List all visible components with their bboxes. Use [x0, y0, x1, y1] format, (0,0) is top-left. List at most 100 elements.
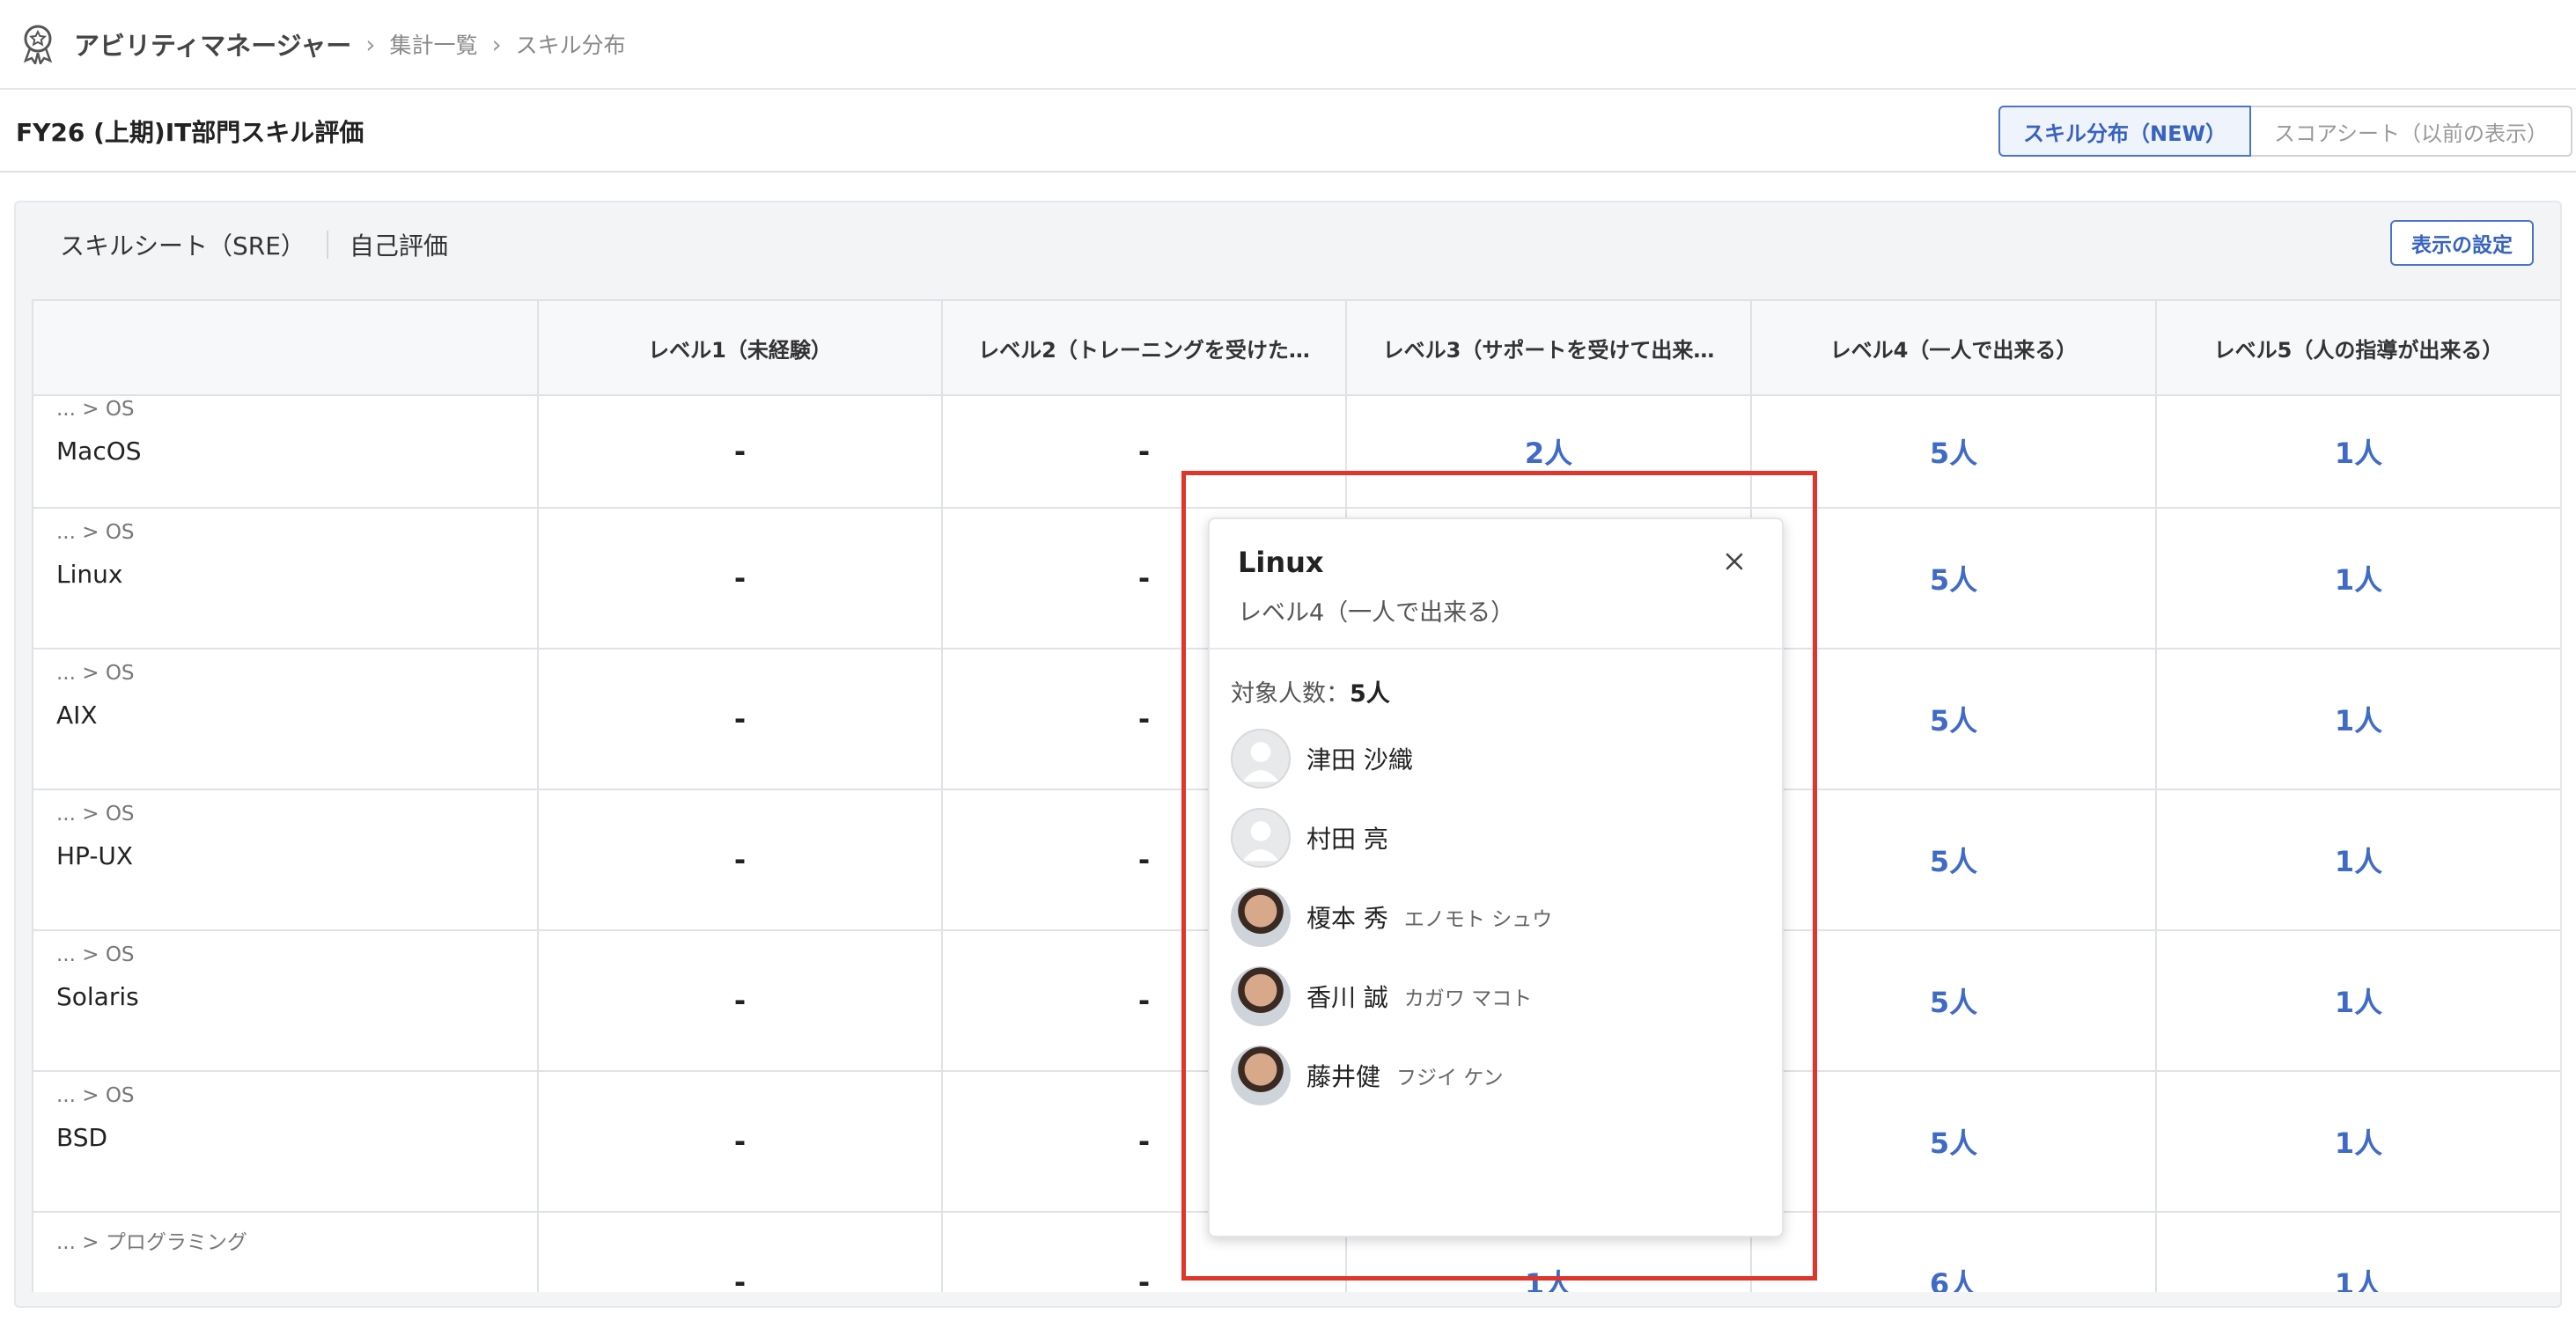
member-popover: Linux レベル4（一人で出来る） 対象人数：5人 津田 沙織 村田 亮榎本 秀… [1208, 517, 1784, 1237]
skill-path: ... > OS [56, 398, 135, 421]
chevron-right-icon: › [491, 29, 502, 59]
popover-body: 対象人数：5人 津田 沙織 村田 亮榎本 秀エノモト シュウ 香川 誠カガワ マコト… [1210, 649, 1782, 1140]
member-name: 津田 沙織 [1306, 745, 1413, 774]
level-5-cell: 1人 [2155, 789, 2560, 931]
empty-value: - [733, 1266, 747, 1292]
member-count-link[interactable]: 5人 [1930, 563, 1977, 597]
chevron-right-icon: › [365, 29, 376, 59]
member-item[interactable]: 榎本 秀エノモト シュウ [1231, 877, 1761, 957]
header-level-5: レベル5（人の指導が出来る） [2155, 299, 2560, 396]
page-title: FY26 (上期)IT部門スキル評価 [16, 118, 364, 147]
person-icon [1242, 742, 1279, 782]
empty-value: - [1137, 984, 1151, 1017]
popover-header: Linux レベル4（一人で出来る） [1210, 519, 1782, 649]
level-5-cell: 1人 [2155, 929, 2560, 1072]
member-name: 香川 誠 [1306, 983, 1388, 1012]
member-count-link[interactable]: 1人 [2335, 845, 2382, 878]
display-settings-button[interactable]: 表示の設定 [2390, 220, 2534, 266]
member-name: 藤井健 [1306, 1062, 1381, 1091]
member-name: 榎本 秀 [1306, 904, 1388, 933]
member-item[interactable]: 津田 沙織 [1231, 719, 1761, 798]
skill-cell: ... > OS BSD [32, 1070, 539, 1213]
divider [326, 231, 328, 259]
member-count-link[interactable]: 5人 [1930, 1127, 1977, 1160]
empty-value: - [1137, 561, 1151, 595]
level-1-cell: - [537, 394, 943, 509]
empty-value: - [1137, 435, 1151, 468]
member-count-link[interactable]: 6人 [1930, 1267, 1977, 1292]
skill-distribution-tab[interactable]: スキル分布（NEW） [1998, 106, 2251, 157]
breadcrumb-summary-list[interactable]: 集計一覧 [389, 28, 477, 60]
header-level-1: レベル1（未経験） [537, 299, 943, 396]
member-count-link[interactable]: 1人 [2335, 704, 2382, 738]
table-header-row: レベル1（未経験） レベル2（トレーニングを受けた… レベル3（サポートを受けて… [32, 299, 2560, 396]
empty-value: - [733, 702, 747, 736]
sheet-name: スキルシート（SRE） [60, 231, 305, 261]
skill-name: MacOS [56, 437, 142, 466]
level-1-cell: - [537, 929, 943, 1072]
skill-cell: ... > OS MacOS [32, 394, 539, 509]
level-1-cell: - [537, 1211, 943, 1292]
popover-title: Linux [1238, 546, 1324, 579]
skill-name: BSD [56, 1123, 108, 1152]
skill-cell: ... > OS AIX [32, 648, 539, 790]
skill-name: HP-UX [56, 841, 134, 870]
level-1-cell: - [537, 789, 943, 931]
level-5-cell: 1人 [2155, 507, 2560, 649]
level-1-cell: - [537, 1070, 943, 1213]
score-sheet-tab[interactable]: スコアシート（以前の表示） [2250, 106, 2572, 157]
member-count-link[interactable]: 5人 [1930, 437, 1977, 470]
header-level-4: レベル4（一人で出来る） [1750, 299, 2157, 396]
avatar [1231, 729, 1291, 789]
member-count-link[interactable]: 1人 [2335, 1267, 2382, 1292]
skill-cell: ... > OS Solaris [32, 929, 539, 1072]
member-name: 村田 亮 [1306, 825, 1388, 854]
close-icon[interactable] [1719, 546, 1750, 577]
member-count-link[interactable]: 5人 [1930, 845, 1977, 878]
member-count-link[interactable]: 2人 [1525, 437, 1572, 470]
member-count-link[interactable]: 5人 [1930, 986, 1977, 1019]
skill-path: ... > OS [56, 521, 135, 544]
header-level-3: レベル3（サポートを受けて出来… [1345, 299, 1752, 396]
member-count-link[interactable]: 1人 [2335, 563, 2382, 597]
person-icon [1242, 821, 1279, 862]
view-toggle: スキル分布（NEW） スコアシート（以前の表示） [1998, 106, 2572, 157]
top-navigation-bar: アビリティマネージャー › 集計一覧 › スキル分布 [0, 0, 2576, 90]
empty-value: - [733, 984, 747, 1017]
member-item[interactable]: 藤井健 フジイ ケン [1231, 1036, 1761, 1115]
skill-path: ... > OS [56, 1084, 135, 1107]
level-1-cell: - [537, 507, 943, 649]
member-count-link[interactable]: 5人 [1930, 704, 1977, 738]
breadcrumb-skill-distribution: スキル分布 [515, 33, 626, 58]
title-bar: FY26 (上期)IT部門スキル評価 スキル分布（NEW） スコアシート（以前の… [0, 92, 2576, 172]
level-1-cell: - [537, 648, 943, 790]
skill-name: AIX [56, 701, 98, 730]
empty-value: - [733, 435, 747, 468]
member-count-link[interactable]: 1人 [2335, 986, 2382, 1019]
avatar [1231, 1046, 1291, 1105]
avatar [1231, 808, 1291, 868]
skill-path: ... > OS [56, 943, 135, 966]
member-list: 津田 沙織 村田 亮榎本 秀エノモト シュウ 香川 誠カガワ マコト 藤井健 フジイ ケ… [1231, 719, 1761, 1115]
level-5-cell: 1人 [2155, 1070, 2560, 1213]
skill-cell: ... > プログラミング [32, 1211, 539, 1292]
header-level-2: レベル2（トレーニングを受けた… [941, 299, 1347, 396]
avatar [1231, 966, 1291, 1026]
skill-path: ... > OS [56, 662, 135, 685]
panel-header: スキルシート（SRE） 自己評価 表示の設定 [16, 202, 2560, 287]
empty-value: - [1137, 702, 1151, 736]
member-count-link[interactable]: 1人 [2335, 437, 2382, 470]
level-5-cell: 1人 [2155, 394, 2560, 509]
member-item[interactable]: 村田 亮 [1231, 798, 1761, 877]
member-count-link[interactable]: 1人 [2335, 1127, 2382, 1160]
level-5-cell: 1人 [2155, 1211, 2560, 1292]
empty-value: - [733, 843, 747, 877]
member-kana: カガワ マコト [1403, 987, 1533, 1010]
member-count-value: 5人 [1350, 680, 1390, 708]
avatar [1231, 887, 1291, 947]
skill-cell: ... > OS HP-UX [32, 789, 539, 931]
app-name-link[interactable]: アビリティマネージャー [74, 26, 351, 62]
header-skill [32, 299, 539, 396]
empty-value: - [1137, 843, 1151, 877]
member-item[interactable]: 香川 誠カガワ マコト [1231, 957, 1761, 1036]
